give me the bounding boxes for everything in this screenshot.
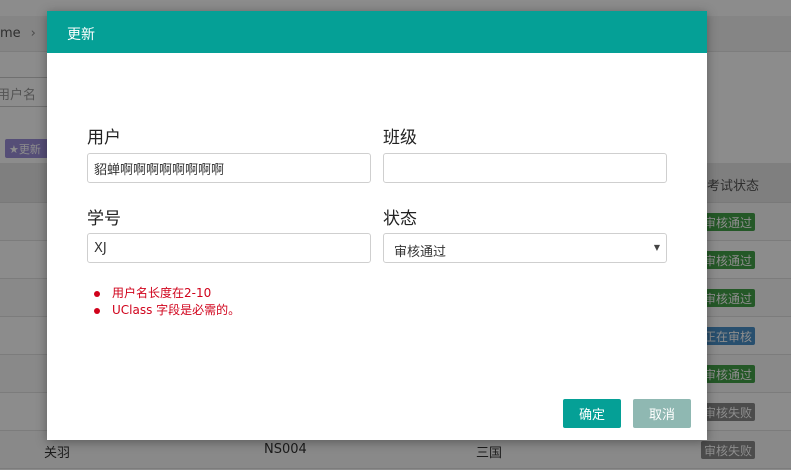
- dialog-header: 更新: [47, 11, 707, 53]
- status-label: 状态: [383, 209, 417, 229]
- cancel-button[interactable]: 取消: [633, 399, 691, 428]
- class-field[interactable]: [383, 153, 667, 183]
- student-id-label: 学号: [87, 209, 121, 229]
- status-select-value: 审核通过: [394, 245, 447, 260]
- error-message: UClass 字段是必需的。: [94, 302, 240, 319]
- student-id-field[interactable]: [87, 233, 371, 263]
- bullet-icon: [94, 308, 100, 314]
- user-label: 用户: [87, 128, 121, 148]
- bullet-icon: [94, 291, 100, 297]
- dialog-title: 更新: [67, 27, 95, 43]
- confirm-button[interactable]: 确定: [563, 399, 621, 428]
- status-select[interactable]: 审核通过 ▼: [383, 233, 667, 263]
- update-dialog: 更新 用户 班级 学号 状态 审核通过 ▼ 用户名长度在2-10 UClass …: [47, 11, 707, 440]
- validation-errors: 用户名长度在2-10 UClass 字段是必需的。: [94, 285, 240, 319]
- caret-down-icon: ▼: [653, 243, 660, 252]
- user-field[interactable]: [87, 153, 371, 183]
- error-message: 用户名长度在2-10: [94, 285, 240, 302]
- class-label: 班级: [383, 128, 417, 148]
